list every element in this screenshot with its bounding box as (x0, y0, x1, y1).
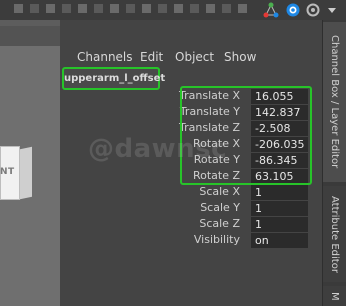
swatch-icon[interactable] (238, 4, 247, 13)
channel-row[interactable]: Visibility on (0, 232, 346, 248)
tab-channel-box-label: Channel Box / Layer Editor (329, 35, 340, 169)
swatch-icon[interactable] (206, 4, 215, 13)
channel-label: Scale X (199, 185, 240, 198)
swatch-icon[interactable] (78, 4, 87, 13)
swatch-icon[interactable] (190, 4, 199, 13)
menu-object[interactable]: Object (175, 50, 214, 64)
tab-modeling-toolkit-label: M (329, 291, 340, 301)
swatch-icon[interactable] (158, 4, 167, 13)
channel-label: Scale Y (200, 201, 240, 214)
node-graph-icon[interactable] (263, 2, 279, 18)
swatch-icon[interactable] (30, 4, 39, 13)
tab-attribute-editor-label: Attribute Editor (329, 195, 340, 273)
channel-row[interactable]: Scale Z 1 (0, 216, 346, 232)
channel-label: Visibility (193, 233, 240, 246)
collapse-icon[interactable] (324, 2, 340, 18)
object-name-field[interactable]: upperarm_l_offset (62, 67, 165, 90)
swatch-icon[interactable] (126, 4, 135, 13)
tab-channel-box[interactable]: Channel Box / Layer Editor (323, 22, 346, 182)
tab-attribute-editor[interactable]: Attribute Editor (323, 186, 346, 282)
top-toolbar (0, 0, 346, 20)
watermark: @dawnsc (88, 134, 228, 164)
swatch-icon[interactable] (46, 4, 55, 13)
channel-value-field[interactable]: 1 (251, 217, 308, 232)
channel-label: Scale Z (199, 217, 240, 230)
swatch-icon[interactable] (142, 4, 151, 13)
channel-value-field[interactable]: on (251, 233, 308, 248)
swatch-icon[interactable] (222, 4, 231, 13)
menu-edit[interactable]: Edit (140, 50, 163, 64)
swatch-icon[interactable] (94, 4, 103, 13)
swatch-icon[interactable] (62, 4, 71, 13)
channel-row[interactable]: Scale X 1 (0, 184, 346, 200)
tab-modeling-toolkit[interactable]: M (323, 286, 346, 306)
render-icon[interactable] (285, 2, 301, 18)
menu-channels[interactable]: Channels (77, 50, 133, 64)
swatch-icon[interactable] (174, 4, 183, 13)
channel-row[interactable]: Scale Y 1 (0, 200, 346, 216)
viewport-header (0, 26, 60, 46)
swatch-icon[interactable] (110, 4, 119, 13)
settings-icon[interactable] (305, 2, 321, 18)
channel-value-field[interactable]: 1 (251, 185, 308, 200)
channel-value-field[interactable]: 1 (251, 201, 308, 216)
menu-show[interactable]: Show (224, 50, 256, 64)
swatch-icon[interactable] (14, 4, 23, 13)
